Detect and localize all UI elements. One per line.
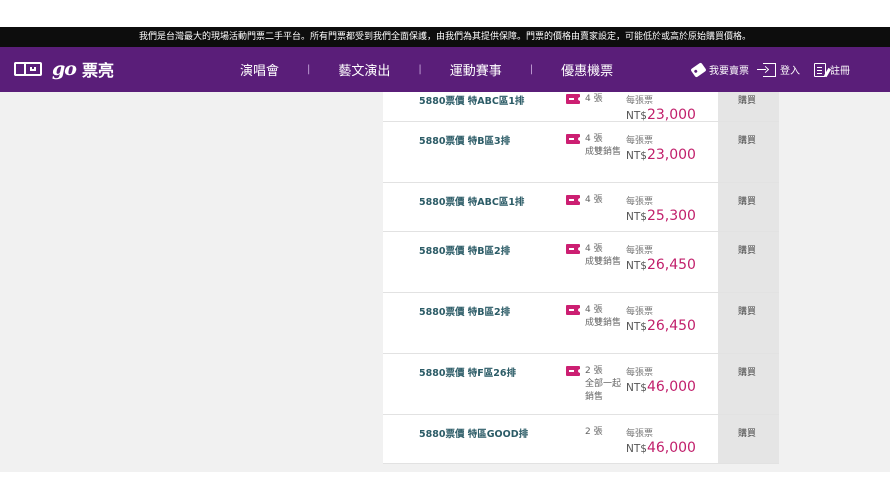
listing-row: 5880票價 特區GOOD排 2 張每張票 NT$46,000 購買 [383,415,779,464]
register-icon [814,62,826,77]
nav-concerts[interactable]: 演唱會 [240,60,279,79]
listing-name: 5880票價 特ABC區1排 [419,96,525,107]
listing-name: 5880票價 特B區2排 [419,246,511,257]
content-area: 5880票價 特ABC區1排 4 張每張票 NT$23,000 購買 5880票價 特B… [0,92,890,472]
logo-text: 票亮 [81,61,114,80]
ticket-icon [566,134,583,144]
listing-sale-note: 全部一起銷售 [585,379,622,402]
buy-button[interactable]: 購買 [718,415,779,463]
ticket-icon [566,195,583,205]
listing-price: NT$46,000 [626,437,696,456]
buy-button-label: 購買 [738,368,757,378]
buy-button-label: 購買 [738,96,757,106]
tag-icon [690,61,707,78]
listing-row: 5880票價 特B區2排 4 張成雙銷售 每張票 NT$26,450 購買 [383,293,779,354]
listing-row: 5880票價 特ABC區1排 4 張每張票 NT$23,000 購買 [383,92,779,123]
register-label: 註冊 [830,66,850,77]
listing-row: 5880票價 特B區3排 4 張成雙銷售 每張票 NT$23,000 購買 [383,122,779,183]
listing-quantity: 2 張 [585,427,603,437]
buy-button[interactable]: 購買 [718,232,779,292]
register-link[interactable]: 註冊 [814,62,850,77]
price-amount: 46,000 [646,379,696,395]
nav-flights[interactable]: 優惠機票 [561,60,613,79]
listing-sale-note: 成雙銷售 [585,147,622,157]
ticket-icon [566,244,583,254]
price-currency: NT$ [626,110,647,122]
listing-name: 5880票價 特F區26排 [419,368,516,379]
listing-name: 5880票價 特ABC區1排 [419,197,525,208]
listing-row: 5880票價 特F區26排 2 張全部一起銷售 每張票 NT$46,000 購買 [383,354,779,415]
nav-sports[interactable]: 運動賽事 [450,60,502,79]
listing-quantity: 4 張 [585,305,603,315]
login-icon [757,62,776,77]
price-currency: NT$ [626,260,647,272]
buy-button[interactable]: 購買 [718,183,779,231]
price-currency: NT$ [626,443,647,455]
buy-button[interactable]: 購買 [718,122,779,182]
listing-quantity: 4 張 [585,94,603,104]
listing-row: 5880票價 特B區2排 4 張成雙銷售 每張票 NT$26,450 購買 [383,232,779,293]
ticket-listing: 5880票價 特ABC區1排 4 張每張票 NT$23,000 購買 5880票價 特B… [383,92,779,464]
listing-row: 5880票價 特ABC區1排 4 張每張票 NT$25,300 購買 [383,183,779,232]
price-amount: 23,000 [646,107,696,123]
notice-text: 我們是台灣最大的現場活動門票二手平台。所有門票都受到我們全面保護，由我們為其提供… [138,32,751,42]
price-currency: NT$ [626,382,647,394]
price-amount: 26,450 [646,318,696,334]
price-amount: 46,000 [646,440,696,456]
listing-price: NT$25,300 [626,205,696,224]
top-blank [0,0,890,27]
listing-name: 5880票價 特區GOOD排 [419,429,529,440]
nav-separator: | [418,64,422,75]
nav-separator: | [307,64,311,75]
nav-links: 演唱會 | 藝文演出 | 運動賽事 | 優惠機票 [240,47,613,92]
notice-bar: 我們是台灣最大的現場活動門票二手平台。所有門票都受到我們全面保護，由我們為其提供… [0,27,890,47]
listing-sale-note: 成雙銷售 [585,318,622,328]
listing-price: NT$26,450 [626,315,696,334]
listing-name: 5880票價 特B區3排 [419,136,511,147]
buy-button[interactable]: 購買 [718,293,779,353]
sell-tickets-link[interactable]: 我要賣票 [690,61,749,78]
buy-button[interactable]: 購買 [718,92,779,121]
listing-price: NT$23,000 [626,144,696,163]
buy-button-label: 購買 [738,197,757,207]
buy-button-label: 購買 [738,307,757,317]
buy-button-label: 購買 [738,136,757,146]
listing-sale-note: 成雙銷售 [585,257,622,267]
buy-button[interactable]: 購買 [718,354,779,414]
listing-quantity: 4 張 [585,195,603,205]
buy-button-label: 購買 [738,246,757,256]
nav-separator: | [529,64,534,75]
ticket-icon [566,366,583,376]
listing-price: NT$46,000 [626,376,696,395]
site-logo[interactable]: go 票亮 [14,57,114,81]
price-currency: NT$ [626,150,647,162]
main-navbar: go 票亮 演唱會 | 藝文演出 | 運動賽事 | 優惠機票 我要賣票 登入 註… [0,47,890,92]
listing-quantity: 4 張 [585,134,603,144]
login-label: 登入 [780,66,800,77]
price-currency: NT$ [626,321,647,333]
price-amount: 26,450 [646,257,696,273]
buy-button-label: 購買 [738,429,757,439]
login-link[interactable]: 登入 [757,62,800,77]
listing-name: 5880票價 特B區2排 [419,307,511,318]
price-amount: 25,300 [646,208,696,224]
user-actions: 我要賣票 登入 註冊 [690,47,850,92]
listing-price: NT$23,000 [626,104,696,123]
logo-go: go [52,58,77,80]
price-amount: 23,000 [646,147,696,163]
nav-arts[interactable]: 藝文演出 [338,60,390,79]
ticket-icon [566,305,583,315]
listing-quantity: 2 張 [585,366,603,376]
listing-price: NT$26,450 [626,254,696,273]
logo-icon [14,60,46,78]
listing-quantity: 4 張 [585,244,603,254]
ticket-icon [566,94,583,104]
price-currency: NT$ [626,211,647,223]
bottom-blank [0,472,890,500]
sell-tickets-label: 我要賣票 [709,66,749,77]
